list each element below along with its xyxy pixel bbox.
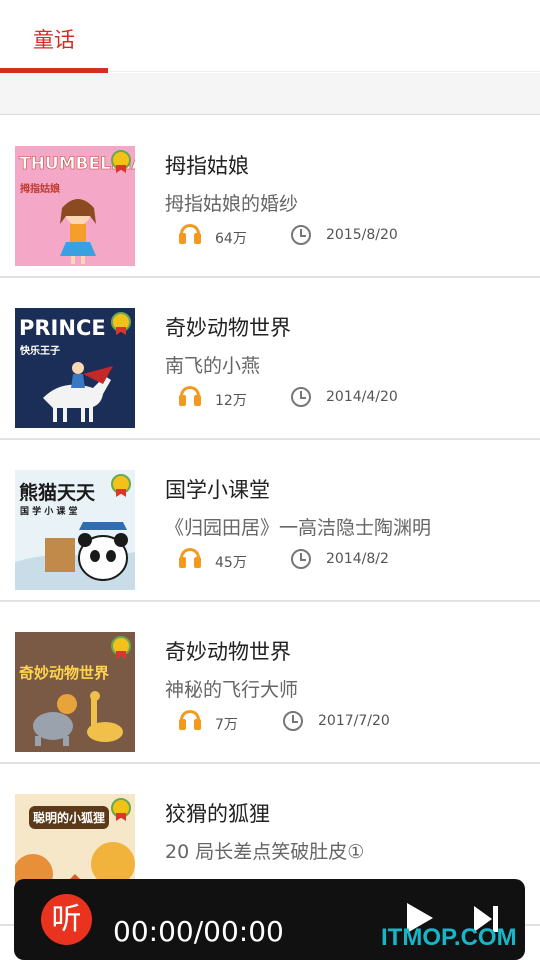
list-header-spacer — [0, 73, 540, 115]
play-count: 64万 — [215, 231, 247, 247]
list-item[interactable]: 熊猫天天 国 学 小 课 堂 国学小课堂 《归园田居》一高洁隐士陶渊明 45万 … — [0, 440, 540, 602]
headphone-icon — [179, 710, 201, 730]
tab-fairy-tales[interactable]: 童话 — [0, 0, 108, 73]
item-title: 拇指姑娘 — [165, 154, 249, 178]
girl-illustration — [60, 199, 96, 264]
clock-icon — [291, 387, 311, 407]
award-medal-icon — [111, 798, 131, 821]
cover-subtitle: 拇指姑娘 — [20, 184, 60, 195]
panda-illustration — [15, 522, 135, 590]
item-subtitle: 拇指姑娘的婚纱 — [165, 193, 299, 215]
publish-date: 2014/8/2 — [326, 551, 389, 567]
cover-subtitle: 国 学 小 课 堂 — [20, 507, 78, 517]
award-medal-icon — [111, 636, 131, 659]
cover-image: PRINCE 快乐王子 — [15, 308, 135, 428]
publish-date: 2015/8/20 — [326, 227, 398, 243]
cover-title: 奇妙动物世界 — [19, 664, 110, 682]
cover-image: THUMBELINA 拇指姑娘 — [15, 146, 135, 266]
tab-label: 童话 — [33, 28, 75, 52]
clock-icon — [291, 225, 311, 245]
item-subtitle: 神秘的飞行大师 — [165, 679, 299, 701]
play-count: 12万 — [215, 393, 247, 409]
clock-icon — [291, 549, 311, 569]
cover-image: 奇妙动物世界 — [15, 632, 135, 752]
item-title: 国学小课堂 — [165, 478, 270, 502]
item-title: 奇妙动物世界 — [165, 316, 291, 340]
publish-date: 2014/4/20 — [326, 389, 398, 405]
clock-icon — [283, 711, 303, 731]
item-title: 奇妙动物世界 — [165, 640, 291, 664]
cover-title: 聪明的小狐狸 — [29, 806, 110, 829]
story-list: THUMBELINA 拇指姑娘 拇指姑娘 拇指姑娘的婚纱 64万 2015/8/… — [0, 116, 540, 926]
cover-title: PRINCE — [19, 316, 106, 340]
animals-illustration — [33, 691, 123, 746]
playback-time: 00:00/00:00 — [113, 915, 284, 948]
list-item[interactable]: 奇妙动物世界 奇妙动物世界 神秘的飞行大师 7万 2017/7/20 — [0, 602, 540, 764]
cover-title: 熊猫天天 — [19, 482, 96, 504]
play-count: 45万 — [215, 555, 247, 571]
publish-date: 2017/7/20 — [318, 713, 390, 729]
cover-image: 熊猫天天 国 学 小 课 堂 — [15, 470, 135, 590]
award-medal-icon — [111, 312, 131, 335]
award-medal-icon — [111, 474, 131, 497]
list-item[interactable]: PRINCE 快乐王子 奇妙动物世界 南飞的小燕 12万 2014/4/20 — [0, 278, 540, 440]
play-count: 7万 — [215, 717, 238, 733]
headphone-icon — [179, 224, 201, 244]
item-title: 狡猾的狐狸 — [165, 802, 270, 826]
item-subtitle: 《归园田居》一高洁隐士陶渊明 — [165, 517, 432, 539]
tab-bar: 童话 — [0, 0, 540, 73]
headphone-icon — [179, 548, 201, 568]
award-medal-icon — [111, 150, 131, 173]
headphone-icon — [179, 386, 201, 406]
listen-button[interactable]: 听 — [41, 894, 92, 945]
site-watermark: ITMOP.COM — [381, 924, 517, 951]
item-subtitle: 20 局长差点笑破肚皮① — [165, 841, 365, 863]
prince-horse-illustration — [43, 362, 113, 422]
item-subtitle: 南飞的小燕 — [165, 355, 261, 377]
cover-subtitle: 快乐王子 — [20, 346, 60, 357]
list-item[interactable]: THUMBELINA 拇指姑娘 拇指姑娘 拇指姑娘的婚纱 64万 2015/8/… — [0, 116, 540, 278]
